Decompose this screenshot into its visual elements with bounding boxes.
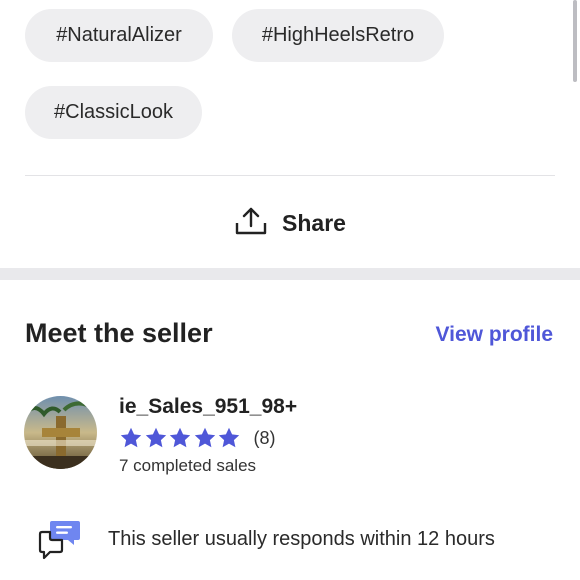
star-icon: [145, 427, 166, 448]
tag-chip[interactable]: #ClassicLook: [25, 86, 202, 139]
star-icon: [194, 427, 215, 448]
section-title: Meet the seller: [25, 318, 213, 348]
scrollbar[interactable]: [573, 0, 577, 82]
divider: [25, 175, 555, 176]
tag-chip[interactable]: #HighHeelsRetro: [232, 9, 444, 62]
chat-bubbles-icon: [38, 518, 82, 562]
rating-count: (8): [253, 427, 276, 448]
share-label: Share: [282, 209, 346, 236]
view-profile-link[interactable]: View profile: [436, 323, 553, 347]
response-time-text: This seller usually responds within 12 h…: [108, 528, 495, 550]
rating-stars: (8): [119, 426, 276, 450]
avatar[interactable]: [24, 396, 97, 469]
star-icon: [169, 427, 191, 448]
share-button[interactable]: Share: [0, 197, 580, 249]
tag-chip[interactable]: #NaturalAlizer: [25, 9, 213, 62]
seller-username[interactable]: ie_Sales_951_98+: [119, 395, 297, 419]
share-upload-icon: [234, 206, 268, 241]
star-icon: [120, 427, 142, 448]
section-divider: [0, 268, 580, 280]
star-icon: [218, 427, 240, 448]
completed-sales: 7 completed sales: [119, 456, 257, 475]
